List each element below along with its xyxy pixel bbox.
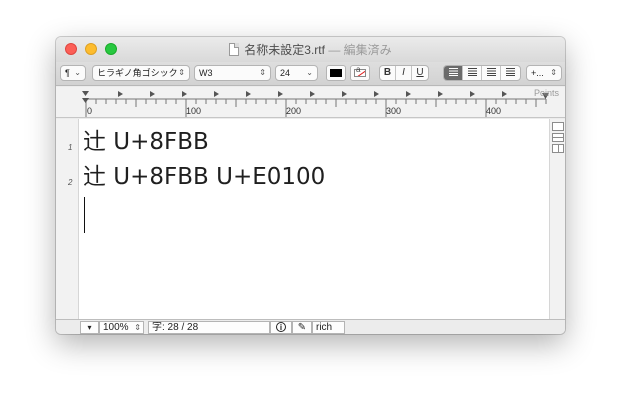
paragraph-icon: ¶ — [65, 68, 70, 78]
align-center-icon — [467, 68, 477, 77]
line-number-gutter: 1 2 — [56, 119, 79, 319]
ruler-label-400: 400 — [486, 106, 502, 116]
text-caret — [84, 197, 85, 233]
chevron-down-icon: ⌄ — [306, 68, 313, 77]
text-color-swatch — [330, 69, 342, 77]
ruler-label-0: 0 — [87, 106, 93, 116]
edit-button[interactable]: ✎ — [292, 321, 312, 334]
updown-arrows-icon: ⇕ — [178, 68, 185, 77]
status-menu-button[interactable]: ▾ — [80, 321, 99, 334]
font-family-menu[interactable]: ヒラギノ角ゴシック ⇕ — [92, 65, 190, 81]
text-mode-value: rich — [316, 322, 333, 333]
line-number: 1 — [68, 143, 73, 152]
text-color-button[interactable] — [326, 65, 346, 81]
font-size-field[interactable]: 24 ⌄ — [275, 65, 318, 81]
ruler[interactable]: 0 100 200 300 400 Points — [56, 87, 565, 118]
window-title: 名称未設定3.rtf — 編集済み — [56, 42, 565, 58]
align-left-button[interactable] — [444, 66, 463, 80]
textedit-window: 名称未設定3.rtf — 編集済み ¶ ⌄ ヒラギノ角ゴシック ⇕ W3 ⇕ 24 ⌄ … — [56, 37, 565, 334]
text-style-group: B I U — [379, 65, 429, 81]
side-by-side-pages-icon[interactable] — [552, 144, 564, 153]
italic-button[interactable]: I — [396, 66, 412, 80]
more-options-value: +... — [531, 68, 544, 78]
single-page-icon[interactable] — [552, 122, 564, 131]
updown-arrows-icon: ⇕ — [550, 68, 557, 77]
ruler-label-200: 200 — [286, 106, 302, 116]
font-weight-menu[interactable]: W3 ⇕ — [194, 65, 271, 81]
updown-arrows-icon: ⇕ — [134, 323, 141, 332]
zoom-field[interactable]: 100% ⇕ — [99, 321, 144, 334]
ruler-label-100: 100 — [186, 106, 202, 116]
document-icon[interactable] — [229, 43, 240, 56]
character-count: 字: 28 / 28 — [148, 321, 270, 334]
info-icon: i — [276, 322, 286, 332]
character-count-value: 字: 28 / 28 — [152, 322, 199, 333]
underline-button[interactable]: U — [412, 66, 428, 80]
pencil-icon: ✎ — [297, 322, 307, 333]
alignment-group — [443, 65, 521, 81]
title-edit-state: 編集済み — [343, 43, 392, 57]
line-spacing-menu[interactable]: +... ⇕ — [526, 65, 562, 81]
align-center-button[interactable] — [463, 66, 482, 80]
title-filename: 名称未設定3.rtf — [244, 43, 325, 57]
letter-a-icon: a — [356, 65, 361, 74]
stacked-pages-icon[interactable] — [552, 133, 564, 142]
background-color-button[interactable]: a — [350, 65, 370, 81]
font-weight-value: W3 — [199, 68, 213, 78]
text-line[interactable]: 辻 U+8FBB — [83, 122, 209, 156]
text-line[interactable]: 辻 U+8FBB U+E0100 — [83, 157, 325, 191]
chevron-down-icon: ⌄ — [74, 68, 81, 77]
title-bar[interactable]: 名称未設定3.rtf — 編集済み — [56, 37, 565, 62]
paragraph-style-menu[interactable]: ¶ ⌄ — [60, 65, 86, 81]
font-family-value: ヒラギノ角ゴシック — [97, 68, 178, 78]
text-editor[interactable]: 辻 U+8FBB 辻 U+8FBB U+E0100 — [79, 119, 549, 319]
updown-arrows-icon: ⇕ — [259, 68, 266, 77]
font-size-value: 24 — [280, 68, 291, 78]
text-mode-button[interactable]: rich — [312, 321, 345, 334]
chevron-down-icon: ▾ — [87, 323, 92, 332]
zoom-value: 100% — [103, 322, 129, 333]
bold-button[interactable]: B — [380, 66, 396, 80]
ruler-units: Points — [533, 88, 559, 98]
align-right-button[interactable] — [482, 66, 501, 80]
ruler-label-300: 300 — [386, 106, 402, 116]
align-justify-icon — [506, 68, 515, 77]
layout-controls — [549, 119, 565, 319]
info-button[interactable]: i — [270, 321, 292, 334]
align-justify-button[interactable] — [501, 66, 520, 80]
title-separator: — — [328, 43, 341, 57]
status-bar: ▾ 100% ⇕ 字: 28 / 28 i ✎ rich — [56, 319, 565, 334]
format-bar: ¶ ⌄ ヒラギノ角ゴシック ⇕ W3 ⇕ 24 ⌄ a B I U +... ⇕ — [56, 62, 565, 86]
align-left-icon — [448, 68, 458, 77]
line-number: 2 — [68, 178, 73, 187]
align-right-icon — [486, 68, 496, 77]
